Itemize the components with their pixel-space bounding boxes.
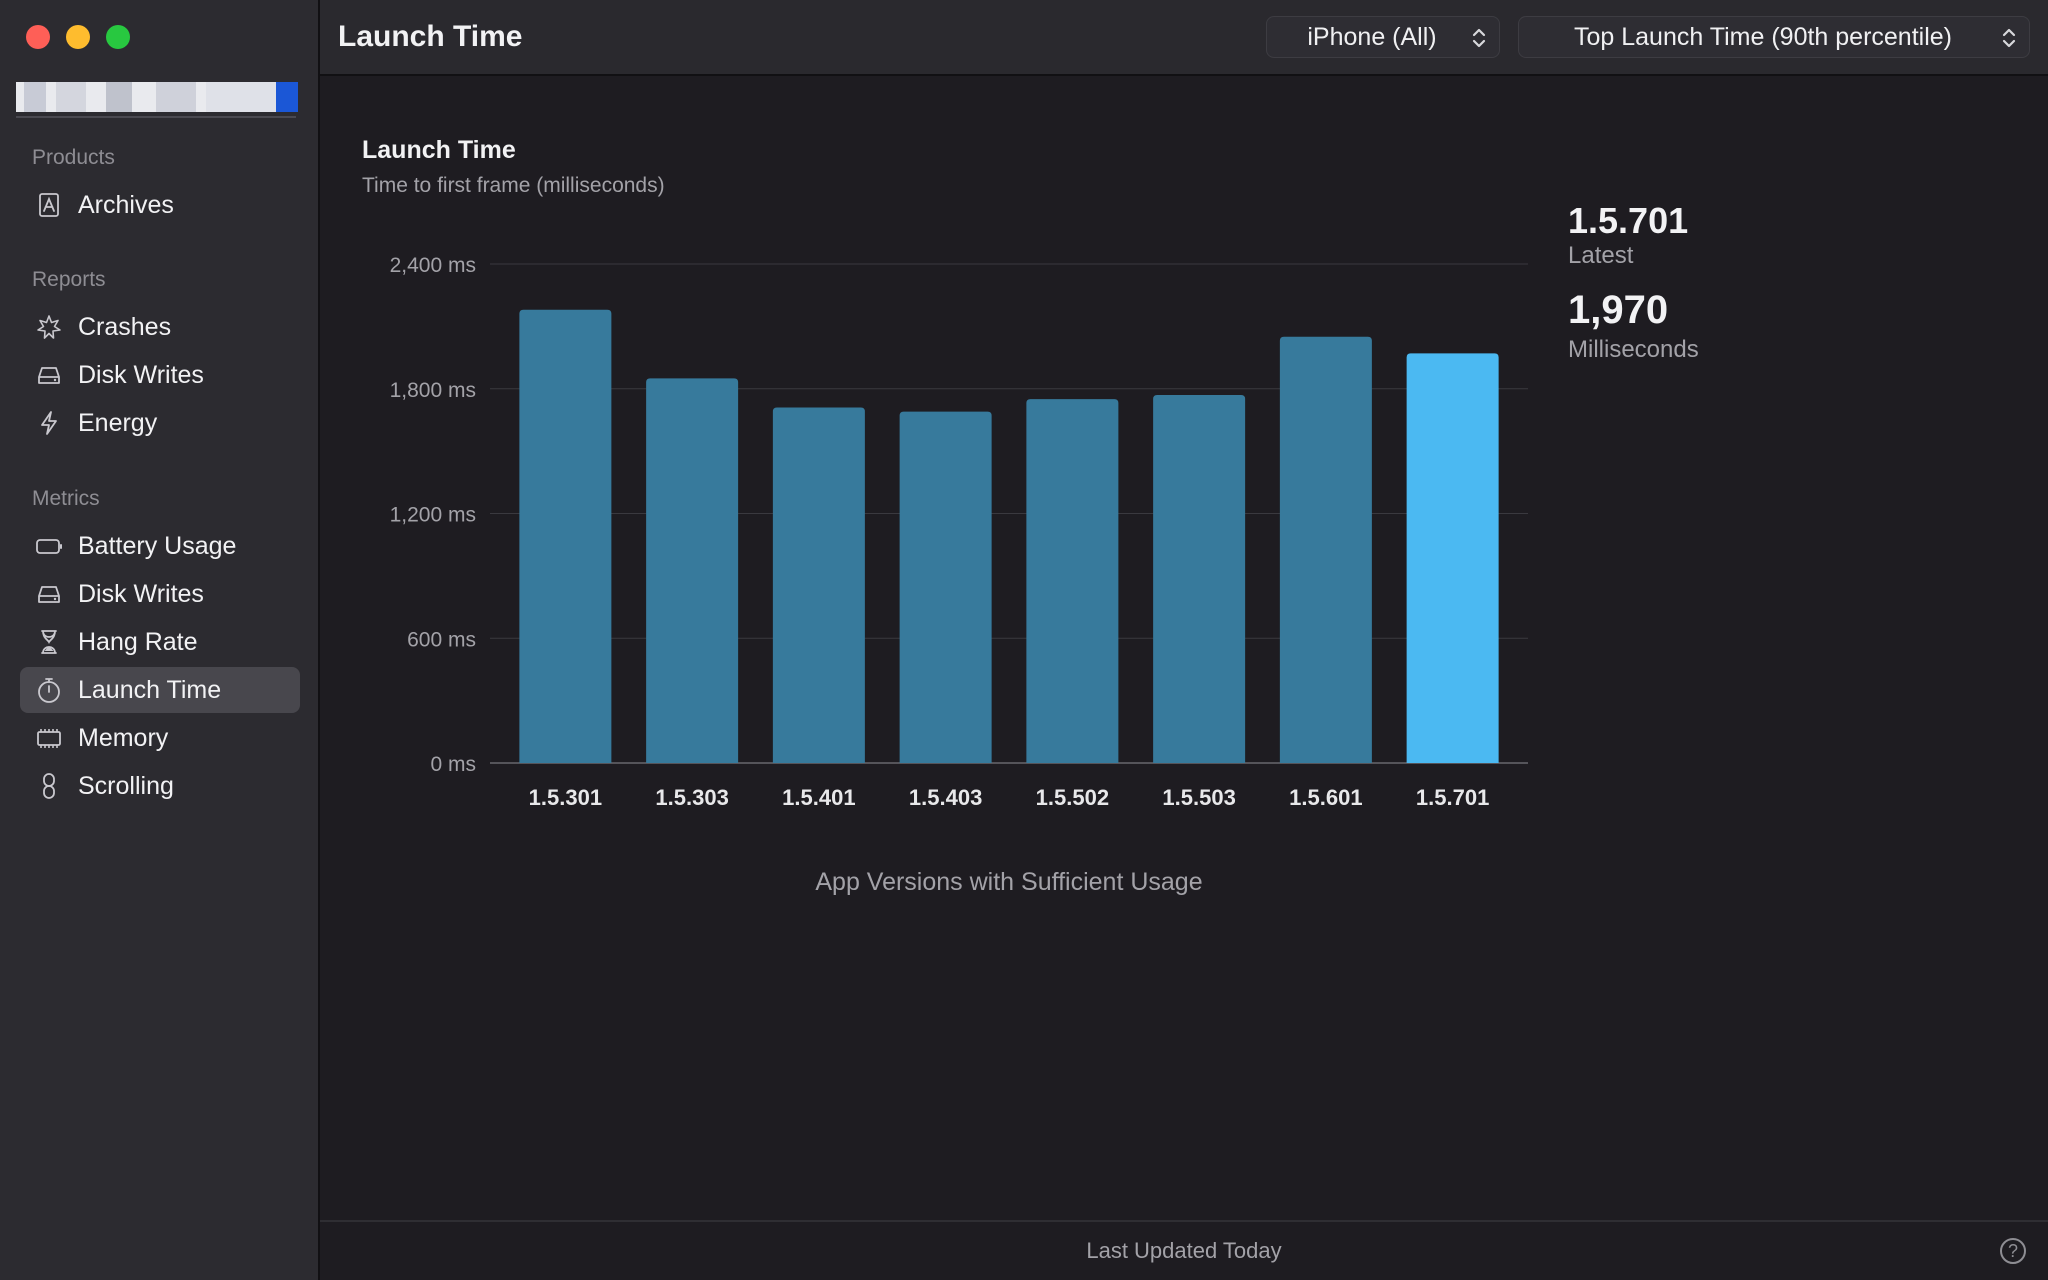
launch-time-chart: 0 ms 600 ms 1,200 ms 1,800 ms 2,400 ms 1.5.30… [390,254,1528,896]
y-tick-label: 2,400 ms [390,254,476,277]
sidebar-item-disk-writes[interactable]: Disk Writes [20,571,300,617]
sidebar-item-hang-rate[interactable]: Hang Rate [20,619,300,665]
y-tick-label: 0 ms [430,753,476,776]
sidebar-item-label: Disk Writes [78,579,204,608]
sidebar-item-scrolling[interactable]: Scrolling [20,763,300,809]
bar [1406,353,1499,763]
help-button[interactable]: ? [2000,1238,2026,1264]
device-selector[interactable]: iPhone (All) [1266,16,1500,58]
sidebar-item-launch-time[interactable]: Launch Time [20,667,300,713]
memory-icon [34,723,64,753]
latest-label: Latest [1568,242,1634,269]
sidebar-item-memory[interactable]: Memory [20,715,300,761]
x-tick-label: 1.5.403 [909,785,982,810]
crash-icon [34,312,64,342]
x-tick-label: 1.5.503 [1162,785,1235,810]
sidebar-item-battery-usage[interactable]: Battery Usage [20,523,300,569]
account-selector[interactable] [16,80,298,118]
sidebar-item-disk-writes[interactable]: Disk Writes [20,352,300,398]
sidebar-item-energy[interactable]: Energy [20,400,300,446]
x-tick-label: 1.5.401 [782,785,855,810]
bar [1026,399,1119,763]
sidebar-item-label: Memory [78,723,169,752]
archive-icon [34,190,64,220]
sidebar-item-label: Scrolling [78,771,174,800]
sidebar-item-label: Disk Writes [78,360,204,389]
last-updated-text: Last Updated Today [1086,1238,1282,1263]
device-selector-value: iPhone (All) [1307,22,1437,51]
toolbar: Launch Time iPhone (All) Top Launch Time… [320,0,2048,76]
energy-icon [34,408,64,438]
status-bar: Last Updated Today ? [320,1220,2048,1280]
latest-unit: Milliseconds [1568,336,1699,363]
latest-version: 1.5.701 [1568,200,1689,241]
x-tick-label: 1.5.301 [529,785,602,810]
sidebar-item-label: Crashes [78,312,172,341]
x-axis-title: App Versions with Sufficient Usage [815,868,1202,896]
y-tick-label: 1,200 ms [390,504,476,527]
y-tick-label: 1,800 ms [390,379,476,402]
sidebar-item-label: Energy [78,408,158,437]
bar [772,407,865,763]
disk-icon [34,579,64,609]
battery-icon [34,531,64,561]
bar [519,309,612,763]
page-title: Launch Time [338,20,523,53]
chevron-up-down-icon [2002,28,2016,48]
zoom-window-button[interactable] [106,25,130,49]
x-tick-label: 1.5.303 [655,785,728,810]
sidebar-section-label: Metrics [32,487,100,510]
sidebar-item-label: Launch Time [78,675,222,704]
bar [1153,394,1246,763]
sidebar: Products Archives Reports Crashes Disk Write… [0,0,320,1280]
y-tick-label: 600 ms [407,628,476,651]
x-tick-label: 1.5.701 [1416,785,1489,810]
metric-selector-value: Top Launch Time (90th percentile) [1574,22,1952,51]
content-area: Launch Time Time to first frame (millise… [320,76,2048,1220]
sidebar-item-label: Archives [78,190,174,219]
x-tick-label: 1.5.601 [1289,785,1362,810]
sidebar-item-archives[interactable]: Archives [20,182,300,228]
sidebar-item-label: Hang Rate [78,627,198,656]
minimize-window-button[interactable] [66,25,90,49]
chevron-up-down-icon [1472,28,1486,48]
latest-value: 1,970 [1568,288,1669,332]
bar [1279,336,1372,763]
close-window-button[interactable] [26,25,50,49]
stopwatch-icon [34,675,64,705]
sidebar-item-label: Battery Usage [78,531,237,560]
x-tick-label: 1.5.502 [1036,785,1109,810]
sidebar-section-label: Products [32,146,115,169]
sidebar-item-crashes[interactable]: Crashes [20,304,300,350]
bar [899,411,992,763]
app-window: Products Archives Reports Crashes Disk Write… [0,0,2048,1280]
hourglass-icon [34,627,64,657]
metric-selector[interactable]: Top Launch Time (90th percentile) [1518,16,2030,58]
disk-icon [34,360,64,390]
bar [646,378,739,763]
sidebar-section-label: Reports [32,268,106,291]
scrolling-icon [34,771,64,801]
